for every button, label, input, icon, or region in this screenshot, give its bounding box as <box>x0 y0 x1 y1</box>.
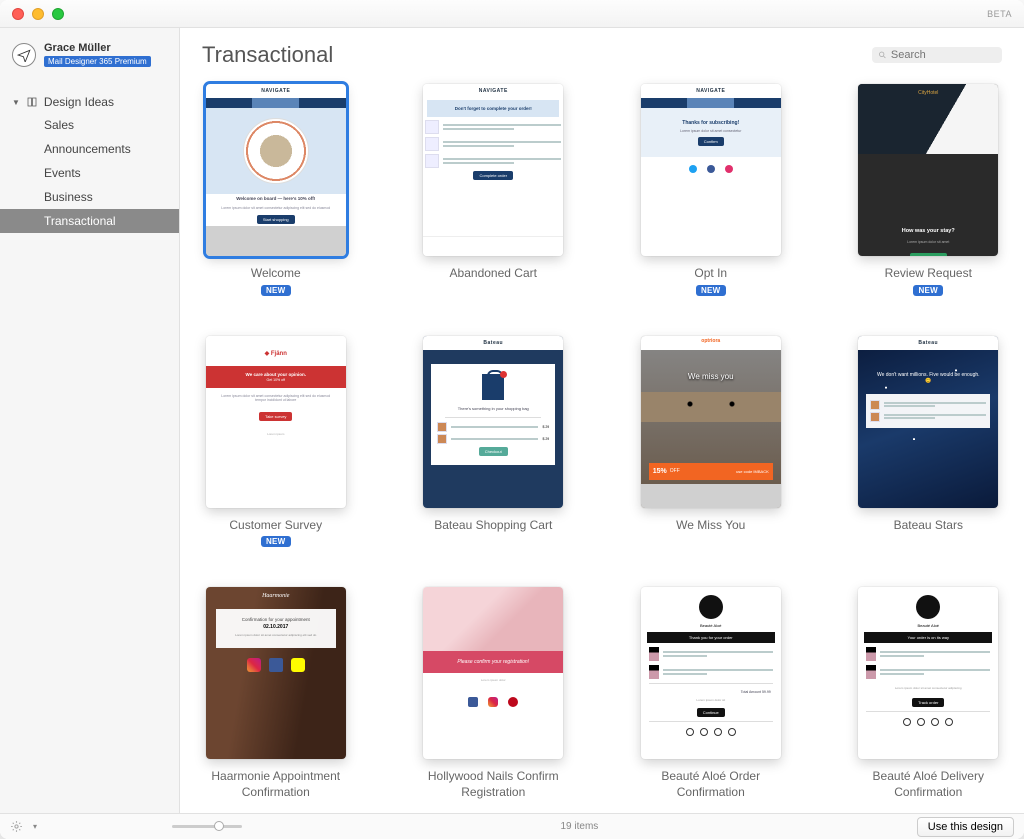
user-info: Grace Müller Mail Designer 365 Premium <box>44 42 151 67</box>
template-label: Beauté Aloé Order Confirmation <box>637 769 785 800</box>
template-label: We Miss You <box>676 518 745 534</box>
template-card[interactable]: NAVIGATEWelcome on board — here's 10% of… <box>202 84 350 296</box>
template-thumbnail[interactable]: NAVIGATEWelcome on board — here's 10% of… <box>206 84 346 256</box>
template-card[interactable]: optrioraWe miss you15% OFF use code IMBA… <box>637 336 785 548</box>
template-label: Bateau Shopping Cart <box>434 518 552 534</box>
template-thumbnail[interactable]: Beauté AloéYour order is on its wayLorem… <box>858 587 998 759</box>
template-grid-container[interactable]: NAVIGATEWelcome on board — here's 10% of… <box>180 76 1024 813</box>
sidebar-item-transactional[interactable]: Transactional <box>0 209 179 233</box>
body: Grace Müller Mail Designer 365 Premium ▼… <box>0 28 1024 813</box>
sidebar-heading-label: Design Ideas <box>44 95 114 109</box>
new-badge: NEW <box>696 285 726 296</box>
zoom-slider[interactable] <box>172 825 242 828</box>
page-title: Transactional <box>202 42 872 68</box>
item-count: 19 items <box>561 821 599 832</box>
template-thumbnail[interactable]: ◆ FjännWe care about your opinion.Get 10… <box>206 336 346 508</box>
template-label: Opt In <box>694 266 727 282</box>
sidebar-item-announcements[interactable]: Announcements <box>0 137 179 161</box>
close-icon[interactable] <box>12 8 24 20</box>
footer: ▾ 19 items Use this design <box>0 813 1024 839</box>
username: Grace Müller <box>44 42 151 54</box>
plane-icon <box>17 48 31 62</box>
search-box[interactable] <box>872 47 1002 63</box>
template-label: Welcome <box>251 266 301 282</box>
template-thumbnail[interactable]: BateauWe don't want millions. Five would… <box>858 336 998 508</box>
minimize-icon[interactable] <box>32 8 44 20</box>
plan-badge: Mail Designer 365 Premium <box>44 56 151 67</box>
sidebar-heading[interactable]: ▼ Design Ideas <box>0 91 179 113</box>
gear-icon[interactable] <box>10 820 23 833</box>
template-thumbnail[interactable]: HaarmonieConfirmation for your appointme… <box>206 587 346 759</box>
template-label: Hollywood Nails Confirm Registration <box>420 769 568 800</box>
sidebar-item-business[interactable]: Business <box>0 185 179 209</box>
template-label: Beauté Aloé Delivery Confirmation <box>855 769 1003 800</box>
template-label: Haarmonie Appointment Confirmation <box>202 769 350 800</box>
template-card[interactable]: NAVIGATEDon't forget to complete your or… <box>420 84 568 296</box>
template-card[interactable]: BateauWe don't want millions. Five would… <box>855 336 1003 548</box>
template-card[interactable]: HaarmonieConfirmation for your appointme… <box>202 587 350 800</box>
main: Transactional NAVIGATEWelcome on board —… <box>180 28 1024 813</box>
template-thumbnail[interactable]: BateauThere's something in your shopping… <box>423 336 563 508</box>
chevron-down-icon[interactable]: ▾ <box>33 822 37 831</box>
new-badge: NEW <box>261 285 291 296</box>
template-thumbnail[interactable]: NAVIGATEDon't forget to complete your or… <box>423 84 563 256</box>
template-thumbnail[interactable]: CityHotelHow was your stay?Lorem ipsum d… <box>858 84 998 256</box>
new-badge: NEW <box>261 536 291 547</box>
maximize-icon[interactable] <box>52 8 64 20</box>
template-card[interactable]: ◆ FjännWe care about your opinion.Get 10… <box>202 336 350 548</box>
main-header: Transactional <box>180 28 1024 76</box>
template-label: Bateau Stars <box>894 518 963 534</box>
sidebar-nav: ▼ Design Ideas SalesAnnouncementsEventsB… <box>0 91 179 233</box>
template-thumbnail[interactable]: Please confirm your registration!Lorem i… <box>423 587 563 759</box>
sidebar-item-events[interactable]: Events <box>0 161 179 185</box>
template-card[interactable]: CityHotelHow was your stay?Lorem ipsum d… <box>855 84 1003 296</box>
sidebar-user[interactable]: Grace Müller Mail Designer 365 Premium <box>0 38 179 73</box>
slider-knob[interactable] <box>214 821 224 831</box>
book-icon <box>26 96 38 108</box>
avatar <box>12 43 36 67</box>
search-icon <box>878 50 887 60</box>
use-design-button[interactable]: Use this design <box>917 817 1014 837</box>
app-window: BETA Grace Müller Mail Designer 365 Prem… <box>0 0 1024 839</box>
template-card[interactable]: NAVIGATEThanks for subscribing!Lorem ips… <box>637 84 785 296</box>
sidebar-item-sales[interactable]: Sales <box>0 113 179 137</box>
template-thumbnail[interactable]: Beauté AloéThank you for your orderTotal… <box>641 587 781 759</box>
template-label: Abandoned Cart <box>450 266 537 282</box>
template-card[interactable]: Beauté AloéYour order is on its wayLorem… <box>855 587 1003 800</box>
search-input[interactable] <box>891 49 996 61</box>
template-thumbnail[interactable]: NAVIGATEThanks for subscribing!Lorem ips… <box>641 84 781 256</box>
template-card[interactable]: BateauThere's something in your shopping… <box>420 336 568 548</box>
template-label: Review Request <box>885 266 972 282</box>
template-card[interactable]: Beauté AloéThank you for your orderTotal… <box>637 587 785 800</box>
window-controls <box>12 8 64 20</box>
titlebar: BETA <box>0 0 1024 28</box>
template-grid: NAVIGATEWelcome on board — here's 10% of… <box>202 84 1002 800</box>
template-thumbnail[interactable]: optrioraWe miss you15% OFF use code IMBA… <box>641 336 781 508</box>
template-label: Customer Survey <box>229 518 322 534</box>
beta-label: BETA <box>987 9 1012 19</box>
new-badge: NEW <box>913 285 943 296</box>
template-card[interactable]: Please confirm your registration!Lorem i… <box>420 587 568 800</box>
sidebar: Grace Müller Mail Designer 365 Premium ▼… <box>0 28 180 813</box>
caret-down-icon: ▼ <box>12 98 20 107</box>
